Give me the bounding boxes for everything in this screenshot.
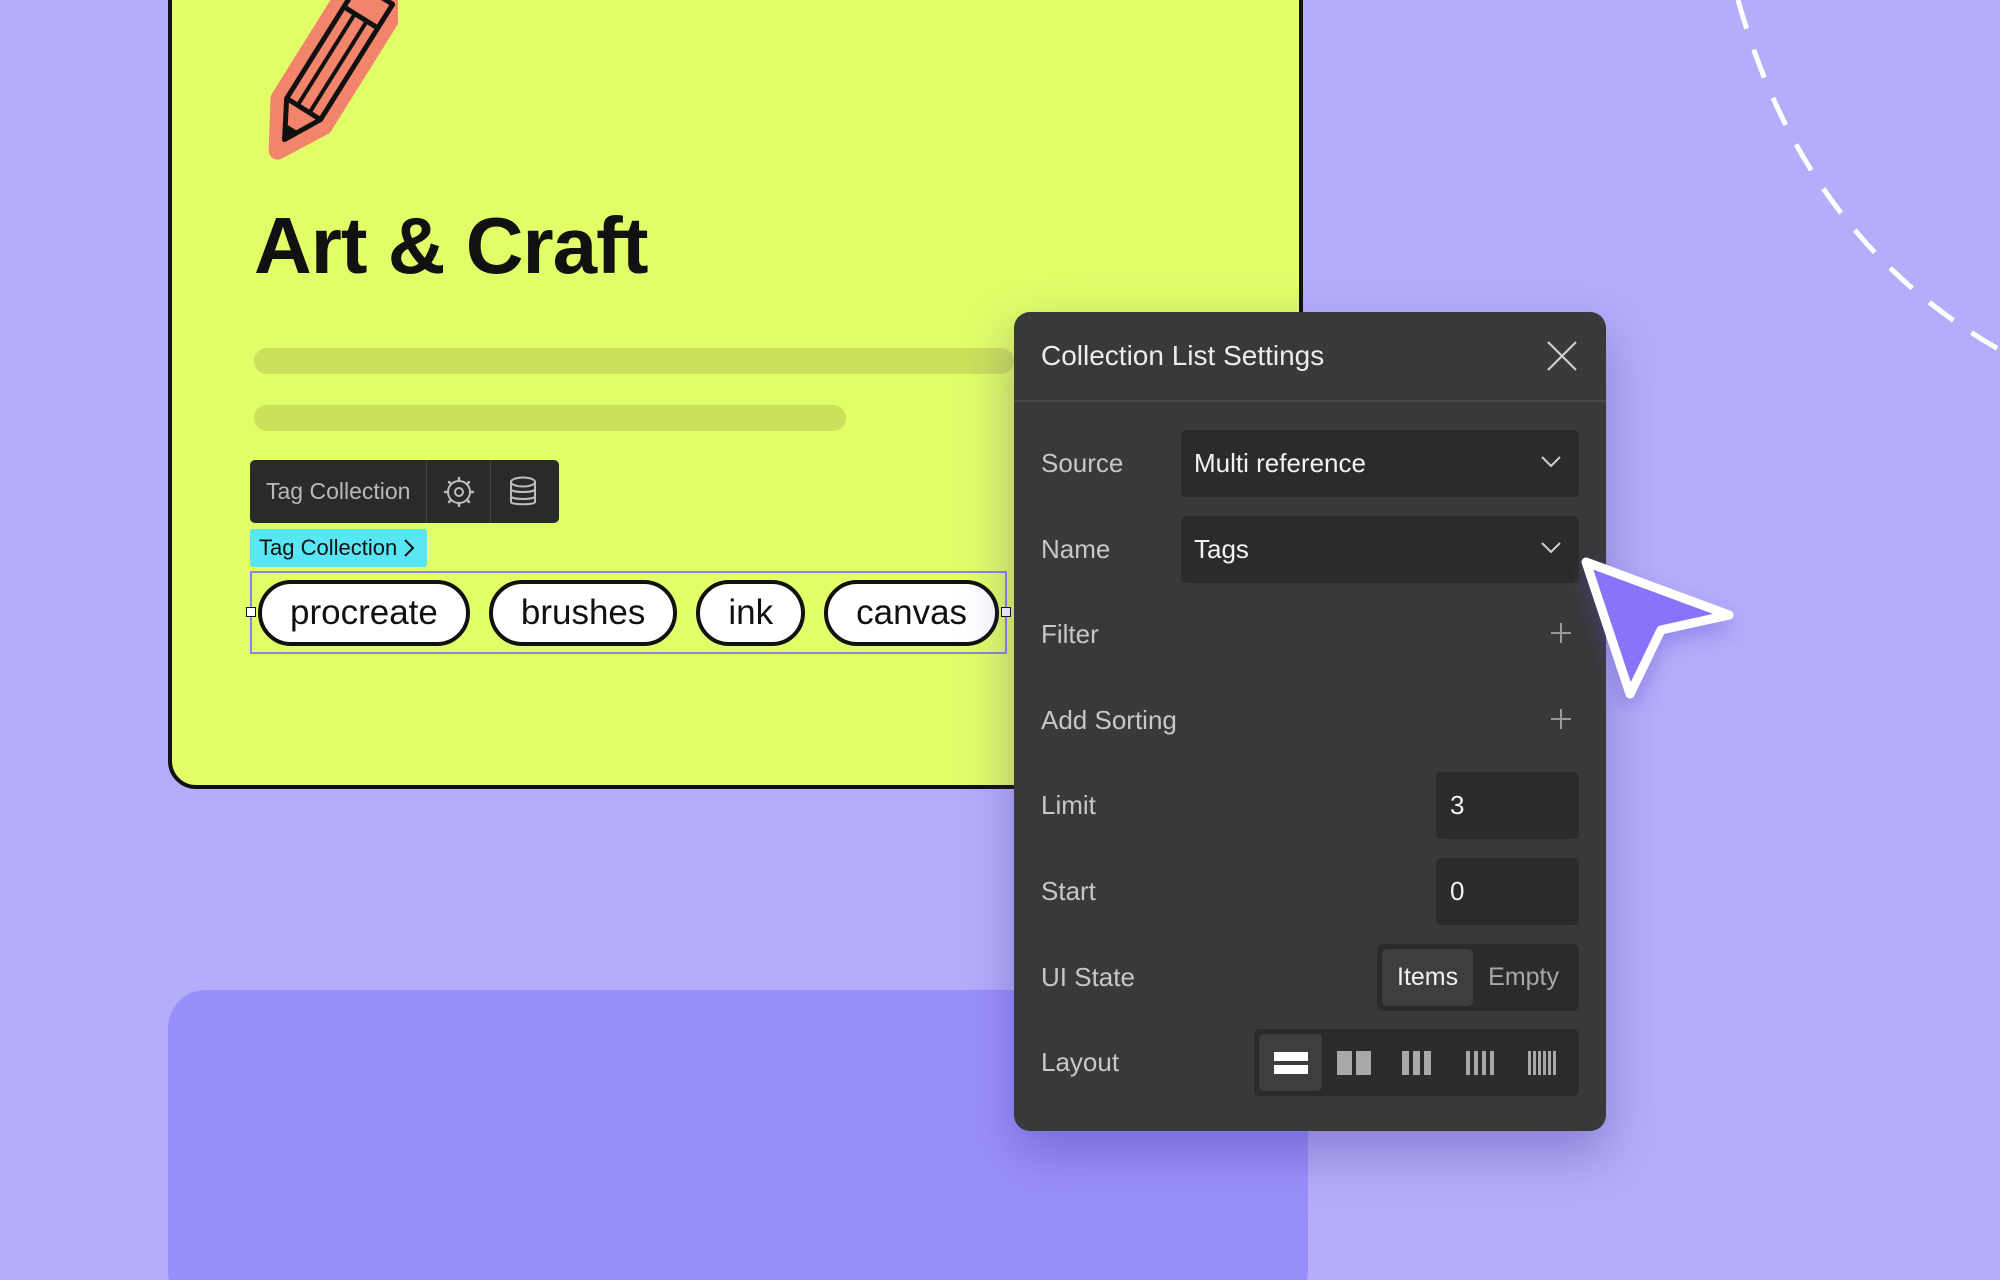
layout-toggle — [1254, 1029, 1579, 1096]
layout-1-column-button[interactable] — [1259, 1034, 1322, 1091]
start-label: Start — [1041, 876, 1096, 906]
4-column-layout-icon — [1465, 1050, 1494, 1075]
layout-3-column-button[interactable] — [1385, 1034, 1448, 1091]
limit-value: 3 — [1450, 790, 1465, 820]
gear-icon — [443, 476, 475, 507]
1-column-layout-icon — [1273, 1051, 1308, 1074]
layout-row: Layout — [1041, 1029, 1579, 1096]
pencil-icon — [268, 0, 398, 160]
panel-header: Collection List Settings — [1014, 312, 1606, 402]
canvas: Art & Craft Tag Collection Tag Collectio… — [0, 0, 2000, 1280]
name-row: Name Tags — [1041, 516, 1579, 583]
tag-pill[interactable]: canvas — [824, 580, 1000, 646]
layout-2-column-button[interactable] — [1322, 1034, 1385, 1091]
add-sorting-plus-icon[interactable] — [1549, 707, 1573, 731]
breadcrumb-label: Tag Collection — [259, 535, 398, 560]
name-value: Tags — [1194, 534, 1249, 564]
close-icon[interactable] — [1546, 340, 1578, 372]
ui-state-label: UI State — [1041, 962, 1135, 992]
mouse-cursor-icon — [1581, 557, 1734, 699]
text-placeholder-line — [254, 348, 1014, 374]
chevron-down-icon — [1541, 542, 1561, 554]
start-input[interactable]: 0 — [1436, 858, 1579, 925]
resize-handle-left[interactable] — [246, 607, 256, 617]
database-button[interactable] — [491, 460, 554, 523]
text-placeholder-line — [254, 405, 846, 431]
chevron-right-icon — [404, 539, 415, 557]
card-title: Art & Craft — [254, 201, 648, 290]
ui-state-items-button[interactable]: Items — [1382, 949, 1474, 1006]
limit-label: Limit — [1041, 790, 1096, 820]
ui-state-row: UI State Items Empty — [1041, 944, 1579, 1011]
source-label: Source — [1041, 448, 1124, 478]
tag-collection-list: procreate brushes ink canvas — [258, 580, 1000, 646]
settings-button[interactable] — [427, 460, 492, 523]
name-label: Name — [1041, 534, 1111, 564]
collection-list-settings-panel: Collection List Settings Source Multi re… — [1014, 312, 1606, 1131]
6-column-layout-icon — [1528, 1050, 1556, 1075]
filter-row: Filter — [1041, 601, 1579, 668]
source-row: Source Multi reference — [1041, 430, 1579, 497]
start-row: Start 0 — [1041, 858, 1579, 925]
tag-pill[interactable]: ink — [696, 580, 806, 646]
layout-6-column-button[interactable] — [1511, 1034, 1574, 1091]
name-select[interactable]: Tags — [1181, 516, 1579, 583]
source-value: Multi reference — [1194, 448, 1366, 478]
tag-pill[interactable]: brushes — [488, 580, 678, 646]
filter-label: Filter — [1041, 619, 1099, 649]
3-column-layout-icon — [1401, 1050, 1431, 1075]
2-column-layout-icon — [1336, 1050, 1371, 1075]
add-sorting-label: Add Sorting — [1041, 705, 1177, 735]
limit-row: Limit 3 — [1041, 772, 1579, 839]
start-value: 0 — [1450, 876, 1465, 906]
panel-title: Collection List Settings — [1041, 340, 1325, 371]
ui-state-empty-button[interactable]: Empty — [1473, 949, 1574, 1006]
resize-handle-right[interactable] — [1001, 607, 1011, 617]
chevron-down-icon — [1541, 456, 1561, 468]
tag-pill[interactable]: procreate — [258, 580, 470, 646]
database-icon — [509, 476, 536, 505]
add-filter-plus-icon[interactable] — [1549, 621, 1573, 645]
element-toolbar: Tag Collection — [250, 460, 559, 523]
element-breadcrumb[interactable]: Tag Collection — [250, 529, 428, 567]
limit-input[interactable]: 3 — [1436, 772, 1579, 839]
source-select[interactable]: Multi reference — [1181, 430, 1579, 497]
sorting-row: Add Sorting — [1041, 687, 1579, 754]
ui-state-toggle: Items Empty — [1377, 944, 1579, 1011]
layout-4-column-button[interactable] — [1448, 1034, 1511, 1091]
element-toolbar-label[interactable]: Tag Collection — [250, 460, 428, 523]
layout-label: Layout — [1041, 1047, 1120, 1077]
